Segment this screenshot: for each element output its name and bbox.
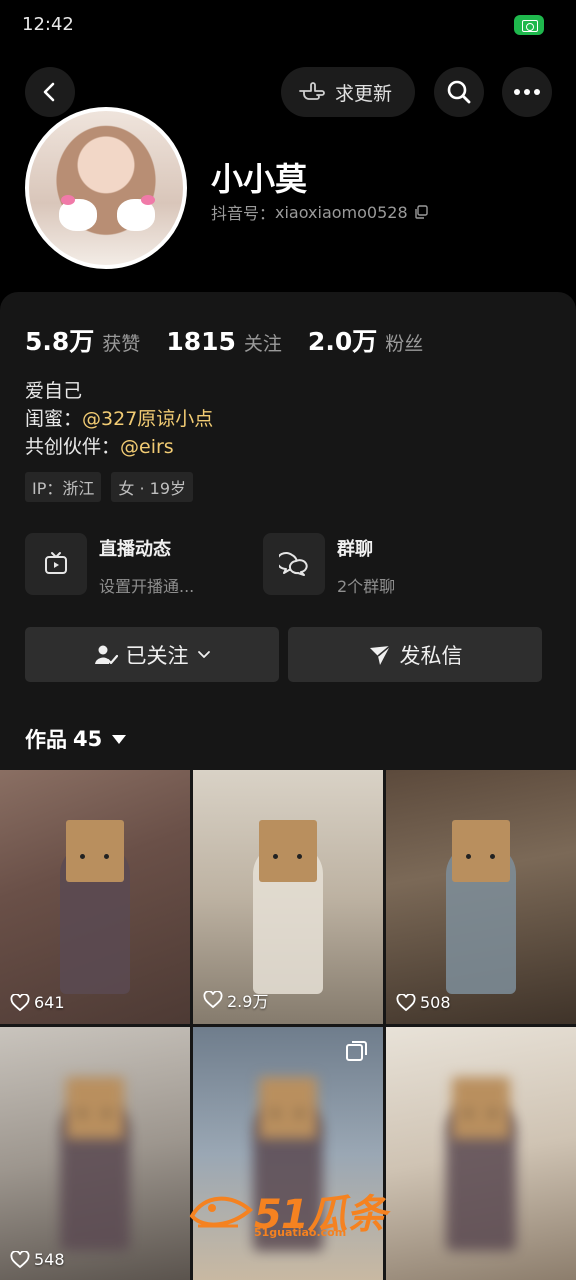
thumbnail-paper-bag [452,820,510,882]
stat-following-label: 关注 [243,333,282,355]
watermark-logo: 51瓜条 51guatiao.com [188,1182,387,1240]
feature-group-icon-box [263,533,325,595]
heart-icon [10,993,30,1011]
chevron-left-icon [43,82,55,102]
pointing-hand-icon [299,82,325,100]
send-message-button[interactable]: 发私信 [288,627,542,682]
followed-label: 已关注 [125,643,189,668]
status-bar: 12:42 [0,0,576,52]
camera-indicator-icon [514,15,544,35]
heart-icon [10,1250,30,1268]
multi-image-icon [346,1041,367,1061]
feature-live-icon-box [25,533,87,595]
ip-location-tag: IP：浙江 [25,472,102,502]
thumbnail-paper-bag [259,1077,317,1139]
search-icon [447,80,471,104]
video-thumbnail[interactable] [386,1027,576,1280]
paper-plane-icon [369,644,391,665]
copy-icon[interactable] [414,205,428,219]
request-update-button[interactable]: 求更新 [281,67,415,117]
stat-followers-value: 2.0万 [307,327,378,356]
caret-down-icon [112,734,127,744]
video-thumbnail[interactable] [193,1027,383,1280]
bio-line-2: 闺蜜：@327原谅小点 [25,405,213,433]
watermark-fish-icon [189,1196,254,1228]
group-chat-entry[interactable]: 群聊 2个群聊 [263,533,503,597]
send-message-label: 发私信 [399,643,463,668]
live-updates-title: 直播动态 [99,539,171,560]
search-button[interactable] [434,67,484,117]
video-likes-count: 641 [34,993,65,1012]
video-likes: 641 [10,993,65,1012]
bio: 爱自己 闺蜜：@327原谅小点 共创伙伴：@eirs [25,377,213,461]
user-check-icon [94,645,118,664]
thumbnail-paper-bag [66,820,124,882]
stats-row: 5.8万 获赞 1815 关注 2.0万 粉丝 [25,322,449,358]
stat-likes[interactable]: 5.8万 获赞 [25,322,140,358]
video-likes: 508 [396,993,451,1012]
thumbnail-paper-bag [66,1077,124,1139]
profile-name: 小小莫 [211,160,308,198]
video-likes: 2.9万 [203,988,268,1012]
stat-likes-label: 获赞 [102,333,141,355]
douyin-id-label: 抖音号： [211,204,276,223]
douyin-id-value: xiaoxiaomo0528 [275,202,408,222]
bio-partner-link[interactable]: @eirs [120,436,174,458]
bio-line-3: 共创伙伴：@eirs [25,433,213,461]
heart-icon [203,991,223,1009]
stat-following-value: 1815 [166,327,236,356]
video-thumbnail[interactable]: 641 [0,770,190,1024]
profile-tags: IP：浙江 女 · 19岁 [25,472,193,502]
video-likes: 548 [10,1250,65,1269]
more-dots-icon [514,89,540,95]
video-thumbnail[interactable]: 2.9万 [193,770,383,1024]
heart-icon [396,993,416,1011]
tv-icon [45,552,67,574]
video-likes-count: 508 [420,993,451,1012]
live-updates-subtitle: 设置开播通... [99,577,195,596]
works-label: 作品 [25,728,67,752]
bio-line-3-prefix: 共创伙伴： [25,436,121,458]
bio-line-1: 爱自己 [25,380,83,402]
stat-followers-label: 粉丝 [385,333,424,355]
video-thumbnail[interactable]: 508 [386,770,576,1024]
watermark-url: 51guatiao.com [254,1226,347,1239]
stat-likes-value: 5.8万 [25,327,95,356]
video-likes-count: 548 [34,1250,65,1269]
works-tab[interactable]: 作品 45 [25,724,127,754]
followed-button[interactable]: 已关注 [25,627,279,682]
status-time: 12:42 [22,14,74,35]
video-thumbnail[interactable]: 548 [0,1027,190,1280]
back-button[interactable] [25,67,75,117]
chevron-down-icon [197,650,210,658]
douyin-id: 抖音号： xiaoxiaomo0528 [211,200,428,224]
thumbnail-paper-bag [259,820,317,882]
bio-mention-link[interactable]: @327原谅小点 [82,408,213,430]
stat-following[interactable]: 1815 关注 [166,327,282,356]
group-chat-subtitle: 2个群聊 [337,577,396,596]
group-chat-icon [279,552,308,576]
request-update-label: 求更新 [335,82,393,105]
avatar[interactable] [25,107,187,269]
live-updates-entry[interactable]: 直播动态 设置开播通... [25,533,265,597]
works-count: 45 [73,727,103,751]
video-likes-count: 2.9万 [227,992,269,1011]
group-chat-text: 群聊 2个群聊 [337,533,395,597]
live-updates-text: 直播动态 设置开播通... [99,533,194,597]
more-options-button[interactable] [502,67,552,117]
bio-line-2-prefix: 闺蜜： [25,408,83,430]
avatar-bow-left [61,195,75,205]
gender-age-tag: 女 · 19岁 [111,472,193,502]
thumbnail-paper-bag [452,1077,510,1139]
stat-followers[interactable]: 2.0万 粉丝 [308,322,423,358]
avatar-bow-right [141,195,155,205]
group-chat-title: 群聊 [337,539,373,560]
